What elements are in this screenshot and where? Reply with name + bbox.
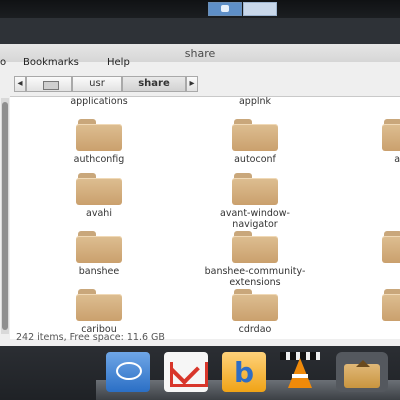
file-item[interactable]: caribou (34, 289, 164, 335)
file-item[interactable]: avahi (34, 173, 164, 219)
path-share-button[interactable]: share (122, 76, 186, 92)
vlc-icon[interactable] (278, 352, 322, 392)
folder-icon (76, 289, 122, 321)
bible-icon[interactable] (222, 352, 266, 392)
sidebar-scrollbar[interactable] (1, 98, 9, 334)
file-item[interactable]: b (340, 231, 400, 277)
path-scroll-right-button[interactable]: ▸ (186, 76, 198, 92)
file-item[interactable]: applnk (190, 96, 320, 107)
workspace-1[interactable] (208, 2, 242, 16)
status-bar-text: 242 items, Free space: 11.6 GB (16, 332, 165, 343)
file-item[interactable]: c (340, 289, 400, 335)
file-label: banshee-community- (204, 266, 306, 277)
folder-icon (232, 289, 278, 321)
file-label: banshee (78, 266, 120, 277)
path-bar: ◂ usr share ▸ (10, 76, 400, 92)
file-label-line2: extensions (229, 277, 281, 288)
scroll-thumb[interactable] (2, 102, 8, 330)
folder-icon (76, 231, 122, 263)
home-folder-icon[interactable] (336, 352, 388, 392)
path-scroll-left-button[interactable]: ◂ (14, 76, 26, 92)
file-label-line2: navigator (232, 219, 278, 230)
file-label: applications (70, 96, 128, 107)
file-item[interactable]: authconfig (34, 119, 164, 165)
folder-icon (232, 119, 278, 151)
folder-icon (232, 231, 278, 263)
file-label: c (340, 324, 400, 335)
file-label: autoconf (234, 154, 276, 165)
file-label: avant-window- (220, 208, 290, 219)
dock (0, 346, 400, 400)
folder-icon (76, 119, 122, 151)
path-usr-button[interactable]: usr (72, 76, 122, 92)
drive-icon (43, 81, 59, 90)
file-label: authconfig (73, 154, 125, 165)
file-item[interactable]: avant-window- navigator (190, 173, 320, 230)
workspace-2[interactable] (243, 2, 277, 16)
file-item[interactable]: cdrdao (190, 289, 320, 335)
file-item[interactable]: banshee (34, 231, 164, 277)
file-label: cdrdao (238, 324, 272, 335)
sleep-icon[interactable] (106, 352, 150, 392)
menu-help[interactable]: Help (107, 57, 130, 68)
file-manager-window: share o Bookmarks Help ◂ usr share ▸ app… (0, 44, 400, 346)
desktop-band (0, 18, 400, 44)
folder-icon (382, 231, 400, 263)
window-mini-icon (221, 5, 229, 12)
gmail-icon[interactable] (164, 352, 208, 392)
folder-icon (382, 289, 400, 321)
menu-bookmarks[interactable]: Bookmarks (23, 57, 79, 68)
folder-icon (76, 173, 122, 205)
house-icon (356, 360, 370, 367)
file-item[interactable]: banshee-community- extensions (190, 231, 320, 288)
file-label: applnk (238, 96, 272, 107)
file-label: auto (394, 154, 400, 165)
file-item[interactable]: applications (34, 96, 164, 107)
file-view: applications applnk authconfig autoconf … (10, 96, 400, 339)
cone-icon (288, 358, 312, 388)
file-label: b (340, 266, 400, 277)
path-drive-button[interactable] (26, 76, 72, 92)
folder-icon (232, 173, 278, 205)
top-panel (0, 0, 400, 18)
menu-go[interactable]: o (0, 57, 6, 68)
folder-icon (382, 119, 400, 151)
file-label: avahi (86, 208, 112, 219)
file-item[interactable]: autoconf (190, 119, 320, 165)
file-item[interactable]: auto (340, 119, 400, 165)
